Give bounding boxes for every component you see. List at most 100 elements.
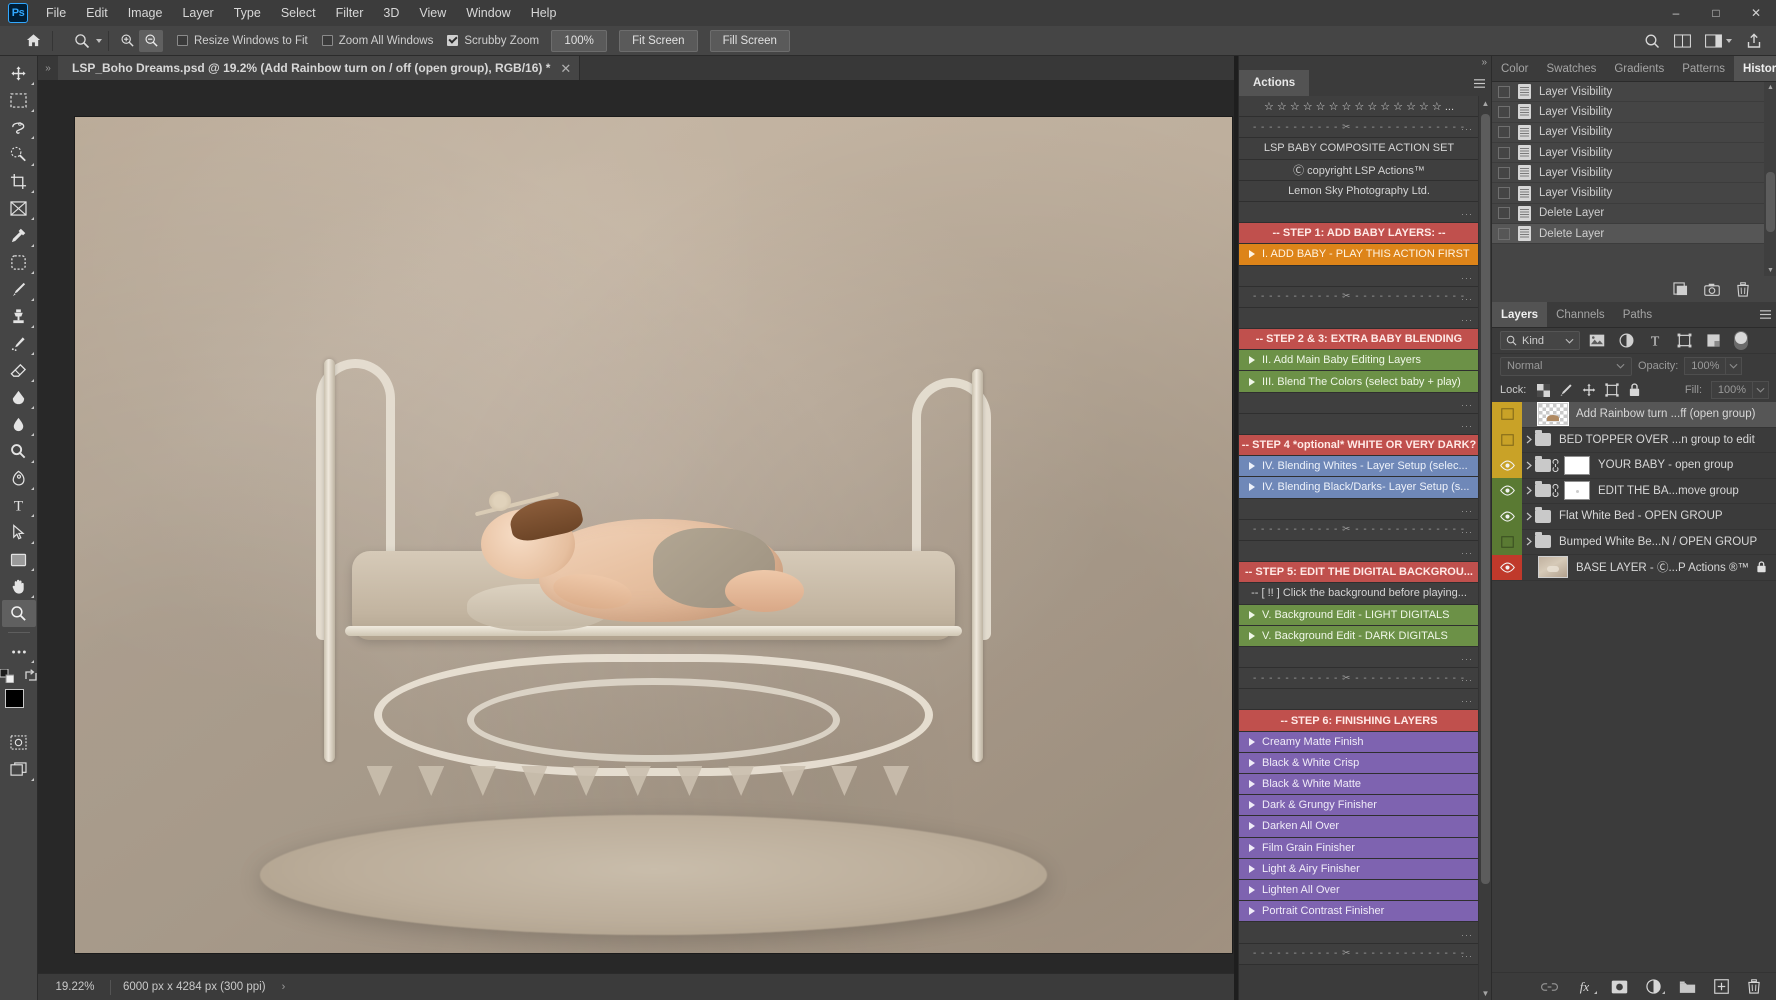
layer-visibility-toggle[interactable] xyxy=(1492,554,1522,580)
play-triangle-icon[interactable] xyxy=(1249,886,1255,895)
action-row[interactable]: Creamy Matte Finish xyxy=(1239,731,1479,753)
history-state-row[interactable]: Layer Visibility xyxy=(1492,163,1764,184)
play-triangle-icon[interactable] xyxy=(1249,610,1255,619)
swap-colors-icon[interactable] xyxy=(24,669,38,683)
fill-stepper-caret[interactable] xyxy=(1753,381,1769,399)
tab-layers[interactable]: Layers xyxy=(1492,302,1548,327)
zoom-in-button[interactable] xyxy=(115,30,139,52)
scrubby-zoom-checkbox[interactable]: Scrubby Zoom xyxy=(447,35,539,47)
action-row[interactable]: ··· xyxy=(1239,540,1479,563)
layer-visibility-toggle[interactable] xyxy=(1492,452,1522,478)
filter-smart-object-icon[interactable] xyxy=(1701,331,1725,351)
menu-edit[interactable]: Edit xyxy=(76,2,118,24)
minimize-button[interactable]: – xyxy=(1656,0,1696,26)
tab-patterns[interactable]: Patterns xyxy=(1673,56,1734,81)
fit-screen-button[interactable]: Fit Screen xyxy=(619,29,698,52)
action-row[interactable]: IV. Blending Black/Darks- Layer Setup (s… xyxy=(1239,477,1479,499)
expand-group-chevron-icon[interactable] xyxy=(1522,512,1535,521)
play-triangle-icon[interactable] xyxy=(1249,462,1255,471)
filter-type-icon[interactable]: T xyxy=(1643,331,1667,351)
screen-mode-button[interactable] xyxy=(2,756,36,783)
lock-position-icon[interactable] xyxy=(1582,383,1596,397)
action-row[interactable]: ··· xyxy=(1239,201,1479,224)
scroll-down-icon[interactable]: ▼ xyxy=(1767,267,1774,274)
quick-selection-tool[interactable] xyxy=(2,141,36,168)
marquee-tool[interactable] xyxy=(2,87,36,114)
actions-scroll-thumb[interactable] xyxy=(1481,114,1490,884)
move-tool[interactable] xyxy=(2,60,36,87)
default-colors-icon[interactable] xyxy=(0,669,14,683)
action-row[interactable]: Darken All Over xyxy=(1239,816,1479,838)
layer-row[interactable]: YOUR BABY - open group xyxy=(1492,452,1776,479)
action-row[interactable]: IV. Blending Whites - Layer Setup (selec… xyxy=(1239,456,1479,478)
action-row[interactable]: ··· xyxy=(1239,498,1479,520)
history-scroll-thumb[interactable] xyxy=(1766,172,1775,232)
history-snapshot-source-box[interactable] xyxy=(1498,207,1510,220)
delete-state-icon[interactable] xyxy=(1736,281,1750,297)
filter-enable-toggle[interactable] xyxy=(1734,331,1748,350)
action-row[interactable]: Black & White Crisp xyxy=(1239,752,1479,774)
action-row[interactable]: - - - - - - - - - - - ✂ - - - - - - - - … xyxy=(1239,943,1479,965)
layers-panel-menu-icon[interactable] xyxy=(1753,302,1776,327)
document-tab[interactable]: LSP_Boho Dreams.psd @ 19.2% (Add Rainbow… xyxy=(58,56,581,80)
action-row[interactable]: ··· xyxy=(1239,265,1479,287)
play-triangle-icon[interactable] xyxy=(1249,801,1255,810)
eyedropper-tool[interactable] xyxy=(2,222,36,249)
action-row[interactable]: -- [ !! ] Click the background before pl… xyxy=(1239,583,1479,605)
action-row[interactable]: - - - - - - - - - - - ✂ - - - - - - - - … xyxy=(1239,286,1479,308)
hand-tool[interactable] xyxy=(2,573,36,600)
menu-image[interactable]: Image xyxy=(118,2,173,24)
history-scrollbar[interactable]: ▲ ▼ xyxy=(1764,82,1776,276)
edit-toolbar-button[interactable] xyxy=(2,638,36,665)
tab-actions[interactable]: Actions xyxy=(1239,70,1310,96)
eraser-tool[interactable] xyxy=(2,357,36,384)
play-triangle-icon[interactable] xyxy=(1249,907,1255,916)
create-new-snapshot-icon[interactable] xyxy=(1704,283,1720,296)
action-row[interactable]: LSP BABY COMPOSITE ACTION SET xyxy=(1239,138,1479,160)
lock-transparency-icon[interactable] xyxy=(1537,383,1551,397)
filter-shape-icon[interactable] xyxy=(1672,331,1696,351)
action-row[interactable]: ··· xyxy=(1239,307,1479,330)
scrubby-zoom-checkbox-box[interactable] xyxy=(447,35,459,46)
expand-panels-icon[interactable]: » xyxy=(38,56,58,80)
layer-row[interactable]: EDIT THE BA...move group xyxy=(1492,478,1776,504)
action-row[interactable]: ··· xyxy=(1239,646,1479,669)
tab-gradients[interactable]: Gradients xyxy=(1605,56,1673,81)
expand-group-chevron-icon[interactable] xyxy=(1522,435,1535,444)
adjustment-layer-icon[interactable] xyxy=(1646,979,1665,994)
actions-scrollbar[interactable]: ▲ ▼ xyxy=(1478,96,1491,1000)
tab-color[interactable]: Color xyxy=(1492,56,1537,81)
expand-group-chevron-icon[interactable] xyxy=(1522,537,1535,546)
layer-row[interactable]: BED TOPPER OVER ...n group to edit xyxy=(1492,427,1776,453)
play-triangle-icon[interactable] xyxy=(1249,864,1255,873)
foreground-color-swatch[interactable] xyxy=(4,689,24,708)
new-layer-icon[interactable] xyxy=(1714,979,1729,994)
history-state-row[interactable]: Layer Visibility xyxy=(1492,183,1764,204)
history-snapshot-source-box[interactable] xyxy=(1498,187,1510,200)
action-row[interactable]: ☆ ☆ ☆ ☆ ☆ ☆ ☆ ☆ ☆ ☆ ☆ ☆ ☆ ☆ ... xyxy=(1239,96,1479,118)
action-row[interactable]: -- STEP 1: ADD BABY LAYERS: -- xyxy=(1239,223,1479,245)
layer-thumbnail[interactable] xyxy=(1537,402,1569,427)
layer-thumbnail[interactable] xyxy=(1538,556,1568,579)
history-snapshot-source-box[interactable] xyxy=(1498,146,1510,159)
history-state-row[interactable]: Delete Layer xyxy=(1492,204,1764,225)
resize-windows-checkbox-box[interactable] xyxy=(177,35,188,46)
opacity-value[interactable]: 100% xyxy=(1684,357,1727,375)
history-state-row[interactable]: Layer Visibility xyxy=(1492,123,1764,143)
play-triangle-icon[interactable] xyxy=(1249,631,1255,640)
filter-adjustment-icon[interactable] xyxy=(1614,331,1638,351)
layer-list[interactable]: Add Rainbow turn ...ff (open group) BED T… xyxy=(1492,401,1776,972)
tab-swatches[interactable]: Swatches xyxy=(1537,56,1605,81)
lock-artboard-icon[interactable] xyxy=(1605,383,1619,397)
link-layers-icon[interactable] xyxy=(1541,982,1558,992)
action-row[interactable]: III. Blend The Colors (select baby + pla… xyxy=(1239,371,1479,393)
menu-view[interactable]: View xyxy=(409,2,456,24)
history-state-row[interactable]: Layer Visibility xyxy=(1492,102,1764,123)
layer-mask-thumbnail[interactable] xyxy=(1564,481,1590,501)
brush-tool[interactable] xyxy=(2,276,36,303)
status-expand-icon[interactable]: › xyxy=(282,981,286,993)
zoom-out-button[interactable] xyxy=(139,29,163,52)
layer-row[interactable]: Bumped White Be...N / OPEN GROUP xyxy=(1492,529,1776,555)
layer-mask-icon[interactable] xyxy=(1611,980,1628,994)
menu-help[interactable]: Help xyxy=(521,2,567,24)
